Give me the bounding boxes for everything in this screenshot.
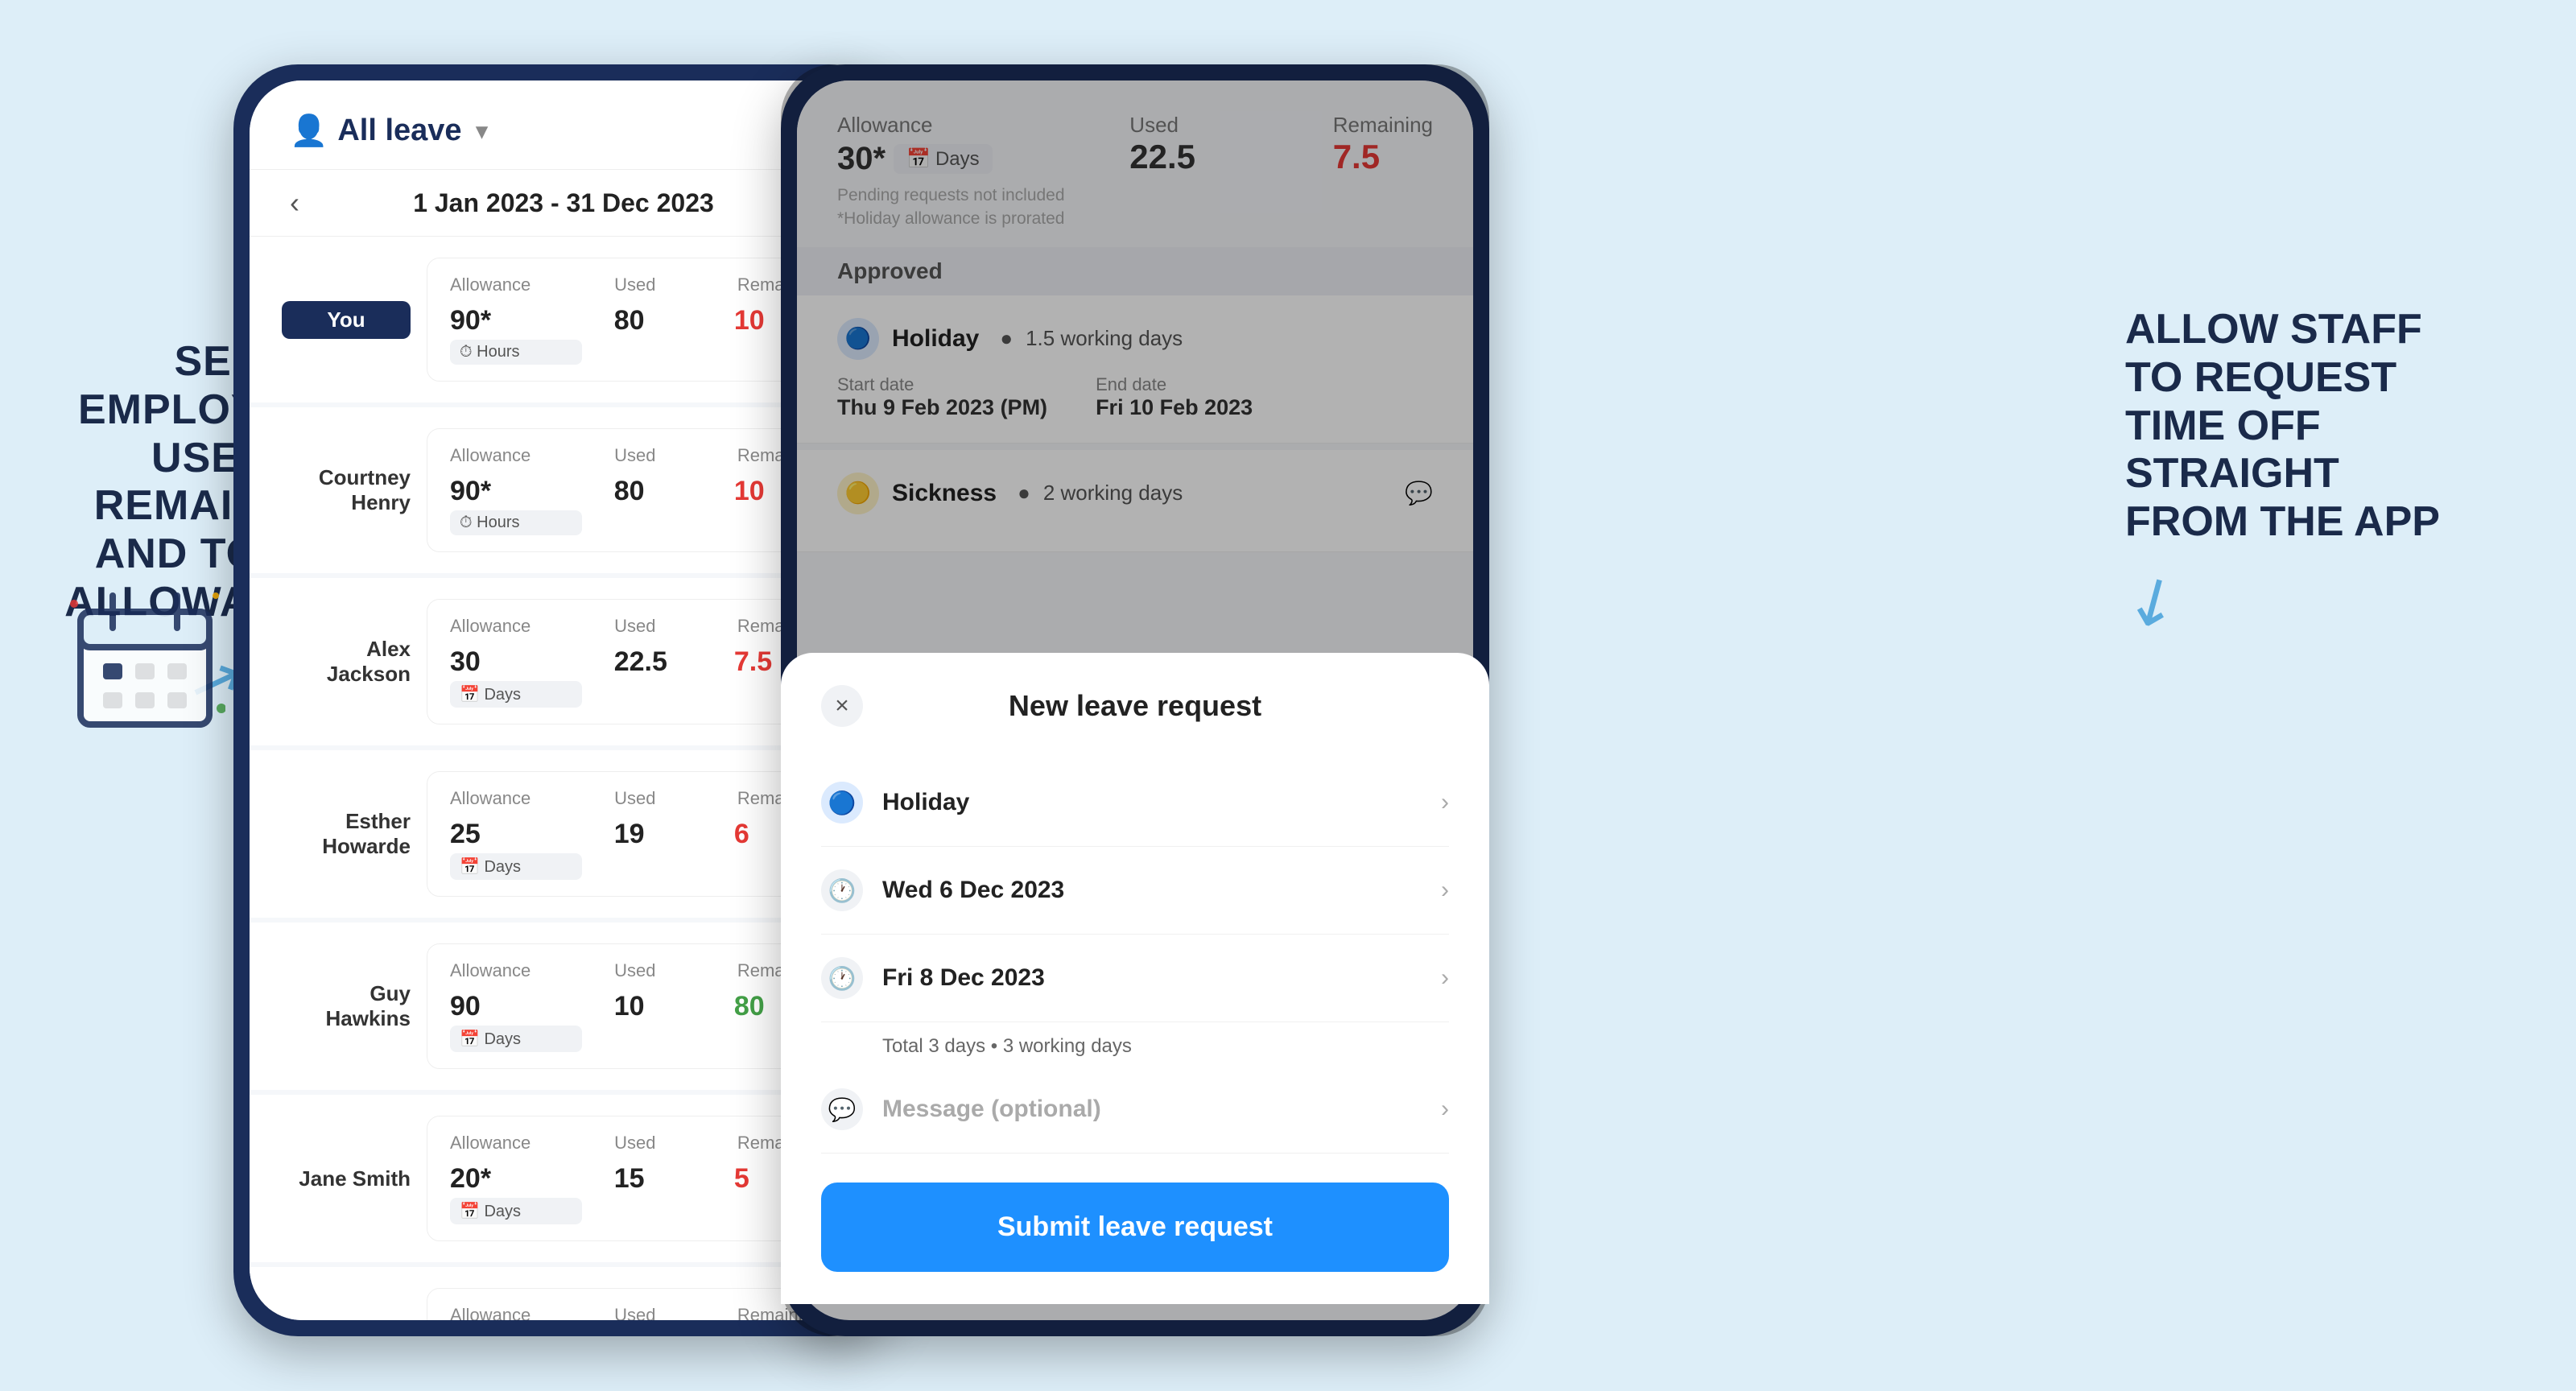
- allowance-values: 90📅 Days1080: [450, 991, 822, 1052]
- unit-tag: 📅 Days: [450, 1198, 582, 1224]
- unit-tag: 📅 Days: [450, 853, 582, 880]
- message-row[interactable]: 💬 Message (optional) ›: [821, 1066, 1449, 1154]
- all-leave-title: 👤 All leave ▾: [290, 114, 488, 149]
- message-placeholder: Message (optional): [882, 1096, 1101, 1123]
- message-row-left: 💬 Message (optional): [821, 1088, 1101, 1130]
- message-row-chevron: ›: [1441, 1096, 1449, 1123]
- holiday-row-label: Holiday: [882, 789, 969, 816]
- holiday-row-left: 🔵 Holiday: [821, 782, 969, 823]
- allowance-values: 90*⏱ Hours8010: [450, 305, 822, 365]
- allowance-number: 25: [450, 819, 582, 850]
- modal-header: × New leave request: [821, 685, 1449, 727]
- allowance-number: 90: [450, 991, 582, 1022]
- col-label: Used: [614, 274, 697, 295]
- right-annotation-text: ALLOW STAFF TO REQUEST TIME OFF STRAIGHT…: [2125, 306, 2528, 547]
- start-date-row-left: 🕐 Wed 6 Dec 2023: [821, 869, 1064, 911]
- holiday-row-chevron: ›: [1441, 789, 1449, 816]
- phone2-screen: Allowance 30* 📅 Days Used 22.5 Remaining: [797, 80, 1473, 1320]
- person-icon: 👤: [290, 114, 328, 149]
- unit-tag: 📅 Days: [450, 681, 582, 708]
- unit-tag: 📅 Days: [450, 1026, 582, 1052]
- phone2-frame: Allowance 30* 📅 Days Used 22.5 Remaining: [781, 64, 1489, 1336]
- employee-name: Esther Howarde: [282, 809, 411, 859]
- end-date-row-chevron: ›: [1441, 964, 1449, 992]
- message-row-icon: 💬: [821, 1088, 863, 1130]
- employee-name: Guy Hawkins: [282, 981, 411, 1031]
- col-label: Used: [614, 1133, 697, 1154]
- start-date-clock-icon: 🕐: [821, 869, 863, 911]
- col-label: Allowance: [450, 788, 574, 809]
- employee-name: Alex Jackson: [282, 637, 411, 687]
- end-date-clock-icon: 🕐: [821, 957, 863, 999]
- submit-leave-request-button[interactable]: Submit leave request: [821, 1183, 1449, 1272]
- col-label: Used: [614, 616, 697, 637]
- allowance-number: 20*: [450, 1163, 582, 1195]
- used-value: 80: [614, 305, 702, 336]
- used-value: 19: [614, 819, 702, 850]
- holiday-selector-row[interactable]: 🔵 Holiday ›: [821, 759, 1449, 847]
- used-value: 10: [614, 991, 702, 1022]
- you-badge: You: [282, 301, 411, 339]
- prev-date-button[interactable]: ‹: [290, 186, 299, 220]
- date-range-text: 1 Jan 2023 - 31 Dec 2023: [413, 188, 714, 218]
- end-date-row[interactable]: 🕐 Fri 8 Dec 2023 ›: [821, 935, 1449, 1022]
- modal-summary-text: Total 3 days • 3 working days: [821, 1022, 1449, 1066]
- col-label: Allowance: [450, 1305, 574, 1320]
- allowance-number: 30: [450, 646, 582, 678]
- end-date-row-left: 🕐 Fri 8 Dec 2023: [821, 957, 1045, 999]
- unit-tag: ⏱ Hours: [450, 340, 582, 365]
- used-value: 80: [614, 476, 702, 507]
- col-label: Used: [614, 960, 697, 981]
- right-arrow-icon: ↙: [2110, 554, 2194, 646]
- col-label: Used: [614, 445, 697, 466]
- allowance-values: 20*📅 Days155: [450, 1163, 822, 1224]
- employee-name: You: [282, 301, 411, 339]
- modal-close-button[interactable]: ×: [821, 685, 863, 727]
- used-value: 22.5: [614, 646, 702, 678]
- right-annotation: ALLOW STAFF TO REQUEST TIME OFF STRAIGHT…: [2125, 306, 2528, 638]
- modal-overlay: × New leave request 🔵 Holiday › 🕐: [797, 80, 1473, 1320]
- allowance-values: 90*⏱ Hours8010: [450, 476, 822, 535]
- col-label: Allowance: [450, 445, 574, 466]
- allowance-values: 30📅 Days22.57.5: [450, 646, 822, 708]
- col-label: Used: [614, 1305, 697, 1320]
- dropdown-icon[interactable]: ▾: [477, 118, 488, 144]
- calendar-doodle-icon: [64, 580, 225, 778]
- used-value: 15: [614, 1163, 702, 1195]
- allowance-values: 25📅 Days196: [450, 819, 822, 880]
- holiday-row-icon: 🔵: [821, 782, 863, 823]
- start-date-row-chevron: ›: [1441, 877, 1449, 904]
- allowance-number: 90*: [450, 476, 582, 507]
- col-label: Allowance: [450, 960, 574, 981]
- employee-name: Jane Smith: [282, 1166, 411, 1191]
- col-label: Allowance: [450, 616, 574, 637]
- col-label: Allowance: [450, 274, 574, 295]
- col-label: Allowance: [450, 1133, 574, 1154]
- end-date-row-label: Fri 8 Dec 2023: [882, 964, 1045, 992]
- col-label: Used: [614, 788, 697, 809]
- start-date-row-label: Wed 6 Dec 2023: [882, 877, 1064, 904]
- allowance-number: 90*: [450, 305, 582, 336]
- modal-title: New leave request: [1009, 689, 1261, 723]
- employee-name: Courtney Henry: [282, 465, 411, 515]
- start-date-row[interactable]: 🕐 Wed 6 Dec 2023 ›: [821, 847, 1449, 935]
- new-leave-request-modal: × New leave request 🔵 Holiday › 🕐: [797, 653, 1473, 1304]
- unit-tag: ⏱ Hours: [450, 510, 582, 535]
